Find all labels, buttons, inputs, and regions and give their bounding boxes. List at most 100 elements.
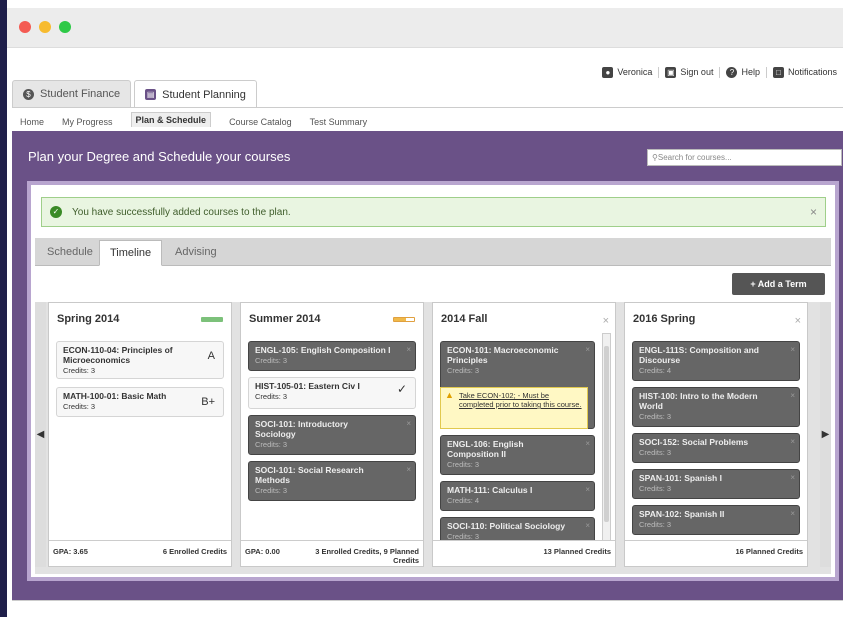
course-card[interactable]: HIST-105-01: Eastern Civ I Credits: 3 ✓ xyxy=(248,377,416,409)
tab-student-finance[interactable]: $ Student Finance xyxy=(12,80,132,107)
term-credits: 6 Enrolled Credits xyxy=(162,547,227,556)
help-icon: ? xyxy=(726,66,738,78)
scrollbar-thumb[interactable] xyxy=(604,346,609,522)
term-scrollbar[interactable] xyxy=(602,333,611,541)
sign-out-link[interactable]: ▣ Sign out xyxy=(658,66,719,78)
course-name: HIST-105-01: Eastern Civ I xyxy=(255,381,360,391)
course-card[interactable]: SOCI-152: Social Problems Credits: 3 × xyxy=(632,433,800,463)
remove-course-icon[interactable]: × xyxy=(585,439,590,449)
remove-course-icon[interactable]: × xyxy=(790,437,795,447)
course-name: SOCI-152: Social Problems xyxy=(639,437,749,447)
course-name: SOCI-101: Introductory Sociology xyxy=(255,419,349,439)
course-card[interactable]: SPAN-102: Spanish II Credits: 3 × xyxy=(632,505,800,535)
course-card[interactable]: HIST-100: Intro to the Modern World Cred… xyxy=(632,387,800,427)
course-card[interactable]: ECON-110-04: Principles of Microeconomic… xyxy=(56,341,224,379)
term-summer-2014: Summer 2014 ENGL-105: English Compositio… xyxy=(240,302,424,567)
course-name: SOCI-101: Social Research Methods xyxy=(255,465,364,485)
maximize-window-dot[interactable] xyxy=(59,21,71,33)
term-title: 2014 Fall xyxy=(441,313,488,325)
course-card[interactable]: ENGL-106: English Composition II Credits… xyxy=(440,435,595,475)
success-check-icon: ✓ xyxy=(50,206,62,218)
remove-course-icon[interactable]: × xyxy=(406,345,411,355)
course-credits: Credits: 3 xyxy=(63,402,96,411)
sub-navigation: Home My Progress Plan & Schedule Course … xyxy=(12,107,843,131)
course-name: SOCI-110: Political Sociology xyxy=(447,521,566,531)
remove-course-icon[interactable]: × xyxy=(406,465,411,475)
course-card[interactable]: SPAN-101: Spanish I Credits: 3 × xyxy=(632,469,800,499)
course-card[interactable]: SOCI-101: Introductory Sociology Credits… xyxy=(248,415,416,455)
tab-timeline[interactable]: Timeline xyxy=(99,240,163,266)
term-header: Spring 2014 xyxy=(49,303,231,333)
tab-label: Student Finance xyxy=(40,88,121,100)
add-term-button[interactable]: + Add a Term xyxy=(732,273,825,295)
remove-course-icon[interactable]: × xyxy=(790,391,795,401)
subnav-home[interactable]: Home xyxy=(20,117,44,127)
minimize-window-dot[interactable] xyxy=(39,21,51,33)
course-credits: Credits: 3 xyxy=(639,448,672,457)
course-grade: B+ xyxy=(201,396,215,408)
help-label: Help xyxy=(741,67,760,77)
term-footer: GPA: 3.65 6 Enrolled Credits xyxy=(49,540,231,566)
page-title: Plan your Degree and Schedule your cours… xyxy=(28,149,291,164)
course-credits: Credits: 3 xyxy=(447,460,480,469)
subnav-course-catalog[interactable]: Course Catalog xyxy=(229,117,292,127)
term-footer: GPA: 0.00 3 Enrolled Credits, 9 Planned C… xyxy=(241,540,423,566)
course-card[interactable]: MATH-100-01: Basic Math Credits: 3 B+ xyxy=(56,387,224,417)
remove-course-icon[interactable]: × xyxy=(790,345,795,355)
close-window-dot[interactable] xyxy=(19,21,31,33)
course-name: ECON-101: Macroeconomic Principles xyxy=(447,345,559,365)
footer-bar xyxy=(12,600,843,617)
course-card[interactable]: SOCI-101: Social Research Methods Credit… xyxy=(248,461,416,501)
term-credits: 3 Enrolled Credits, 9 Planned Credits xyxy=(315,547,419,565)
help-link[interactable]: ? Help xyxy=(719,66,766,78)
subnav-plan-schedule[interactable]: Plan & Schedule xyxy=(130,112,212,127)
course-card[interactable]: MATH-111: Calculus I Credits: 4 × xyxy=(440,481,595,511)
left-edge-strip xyxy=(0,0,7,617)
completed-check-icon: ✓ xyxy=(396,382,407,396)
course-card[interactable]: ENGL-111S: Composition and Discourse Cre… xyxy=(632,341,800,381)
course-credits: Credits: 3 xyxy=(639,484,672,493)
tab-student-planning[interactable]: ▤ Student Planning xyxy=(134,80,257,108)
warning-link[interactable]: Take ECON-102; - Must be completed prior… xyxy=(459,391,582,409)
success-alert: ✓ You have successfully added courses to… xyxy=(41,197,826,227)
alert-close-button[interactable]: × xyxy=(810,205,817,219)
term-2014-fall: 2014 Fall × ECON-101: Macroeconomic Princ… xyxy=(432,302,616,567)
remove-course-icon[interactable]: × xyxy=(585,521,590,531)
subnav-my-progress[interactable]: My Progress xyxy=(62,117,113,127)
course-name: MATH-100-01: Basic Math xyxy=(63,391,167,401)
prerequisite-warning: ▲ Take ECON-102; - Must be completed prio… xyxy=(440,387,588,429)
term-title: 2016 Spring xyxy=(633,313,696,325)
remove-course-icon[interactable]: × xyxy=(790,473,795,483)
finance-icon: $ xyxy=(23,88,34,100)
lock-icon: ▣ xyxy=(665,66,677,78)
warning-icon: ▲ xyxy=(445,390,454,400)
tab-advising[interactable]: Advising xyxy=(165,240,227,266)
subnav-test-summary[interactable]: Test Summary xyxy=(310,117,368,127)
remove-term-icon[interactable]: × xyxy=(795,315,801,327)
remove-course-icon[interactable]: × xyxy=(790,509,795,519)
user-menu[interactable]: ● Veronica xyxy=(596,66,658,78)
course-name: MATH-111: Calculus I xyxy=(447,485,533,495)
user-icon: ● xyxy=(602,66,614,78)
remove-course-icon[interactable]: × xyxy=(585,345,590,355)
course-credits: Credits: 3 xyxy=(255,440,288,449)
course-card[interactable]: ENGL-105: English Composition I Credits:… xyxy=(248,341,416,371)
term-status-bar xyxy=(201,317,223,322)
term-credits: 13 Planned Credits xyxy=(543,547,611,556)
remove-course-icon[interactable]: × xyxy=(406,419,411,429)
term-title: Spring 2014 xyxy=(57,313,120,325)
course-search-input[interactable]: ⚲Search for courses... xyxy=(647,149,842,166)
notifications-link[interactable]: □ Notifications xyxy=(765,66,843,78)
course-credits: Credits: 3 xyxy=(639,412,672,421)
notifications-icon: □ xyxy=(772,66,784,78)
remove-term-icon[interactable]: × xyxy=(603,315,609,327)
course-credits: Credits: 3 xyxy=(255,356,288,365)
course-name: ENGL-111S: Composition and Discourse xyxy=(639,345,759,365)
course-credits: Credits: 3 xyxy=(639,520,672,529)
timeline-next-arrow[interactable]: ▶ xyxy=(820,302,831,567)
tab-schedule[interactable]: Schedule xyxy=(37,240,103,266)
timeline-prev-arrow[interactable]: ◀ xyxy=(35,302,46,567)
remove-course-icon[interactable]: × xyxy=(585,485,590,495)
window-titlebar xyxy=(7,8,843,48)
course-credits: Credits: 4 xyxy=(639,366,672,375)
